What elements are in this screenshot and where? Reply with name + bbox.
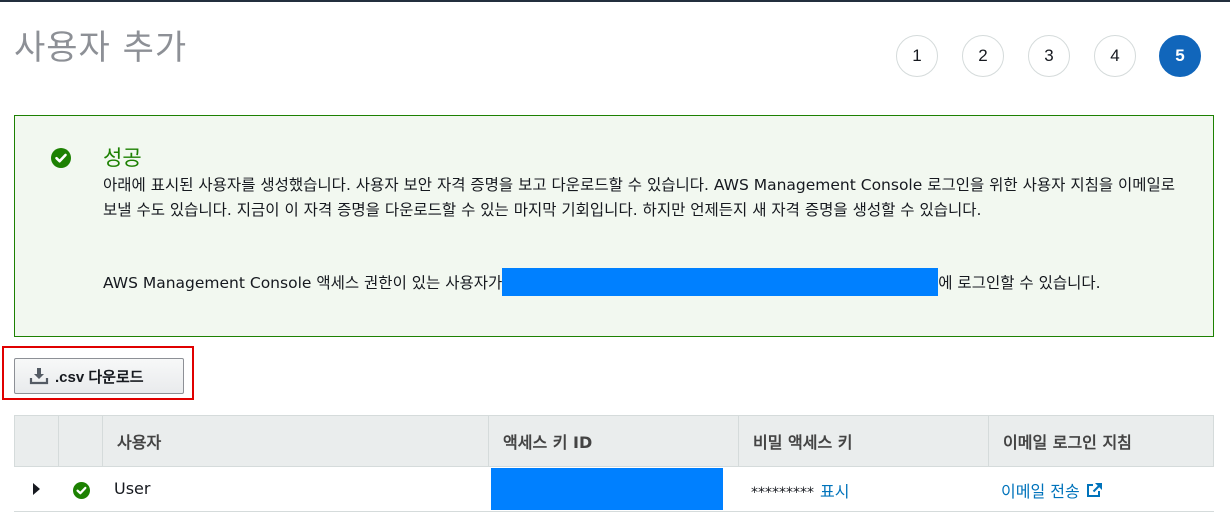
header-access-key-id[interactable]: 액세스 키 ID bbox=[488, 416, 738, 466]
download-icon bbox=[29, 368, 49, 385]
header-secret-key[interactable]: 비밀 액세스 키 bbox=[738, 416, 988, 466]
step-1[interactable]: 1 bbox=[896, 35, 938, 77]
redacted-console-url bbox=[502, 268, 939, 296]
secret-mask: ********* bbox=[751, 485, 814, 501]
download-label: .csv 다운로드 bbox=[55, 368, 144, 386]
success-alert: 성공 아래에 표시된 사용자를 생성했습니다. 사용자 보안 자격 증명을 보고… bbox=[14, 115, 1214, 337]
header-email-instructions[interactable]: 이메일 로그인 지침 bbox=[988, 416, 1214, 466]
console-login-line: AWS Management Console 액세스 권한이 있는 사용자가 에 … bbox=[103, 268, 1101, 296]
success-check-icon bbox=[51, 148, 71, 168]
step-5[interactable]: 5 bbox=[1159, 35, 1201, 77]
secret-key-cell: ********* 표시 bbox=[751, 478, 849, 502]
external-link-icon bbox=[1086, 483, 1102, 497]
expand-caret-icon[interactable] bbox=[33, 483, 40, 495]
console-prefix: AWS Management Console 액세스 권한이 있는 사용자가 bbox=[103, 274, 503, 292]
success-check-icon bbox=[73, 482, 90, 499]
header-check-col bbox=[58, 416, 102, 466]
user-name-cell: User bbox=[114, 479, 151, 498]
alert-body: 아래에 표시된 사용자를 생성했습니다. 사용자 보안 자격 증명을 보고 다운… bbox=[103, 176, 1176, 219]
send-email-label: 이메일 전송 bbox=[1001, 482, 1080, 501]
send-email-link[interactable]: 이메일 전송 bbox=[1001, 478, 1104, 502]
alert-title: 성공 bbox=[103, 146, 142, 170]
page-title: 사용자 추가 bbox=[14, 28, 188, 68]
header-user[interactable]: 사용자 bbox=[102, 416, 488, 466]
table-header: 사용자 액세스 키 ID 비밀 액세스 키 이메일 로그인 지침 bbox=[14, 415, 1214, 467]
step-4[interactable]: 4 bbox=[1094, 35, 1136, 77]
show-secret-link[interactable]: 표시 bbox=[820, 482, 849, 501]
table-row: User ********* 표시 이메일 전송 bbox=[14, 467, 1214, 512]
redacted-access-key-id bbox=[491, 468, 723, 510]
step-2[interactable]: 2 bbox=[962, 35, 1004, 77]
console-suffix: 에 로그인할 수 있습니다. bbox=[938, 274, 1101, 292]
users-table: 사용자 액세스 키 ID 비밀 액세스 키 이메일 로그인 지침 User **… bbox=[14, 415, 1214, 515]
step-3[interactable]: 3 bbox=[1028, 35, 1070, 77]
top-border bbox=[0, 0, 1230, 2]
download-csv-button[interactable]: .csv 다운로드 bbox=[14, 358, 184, 394]
